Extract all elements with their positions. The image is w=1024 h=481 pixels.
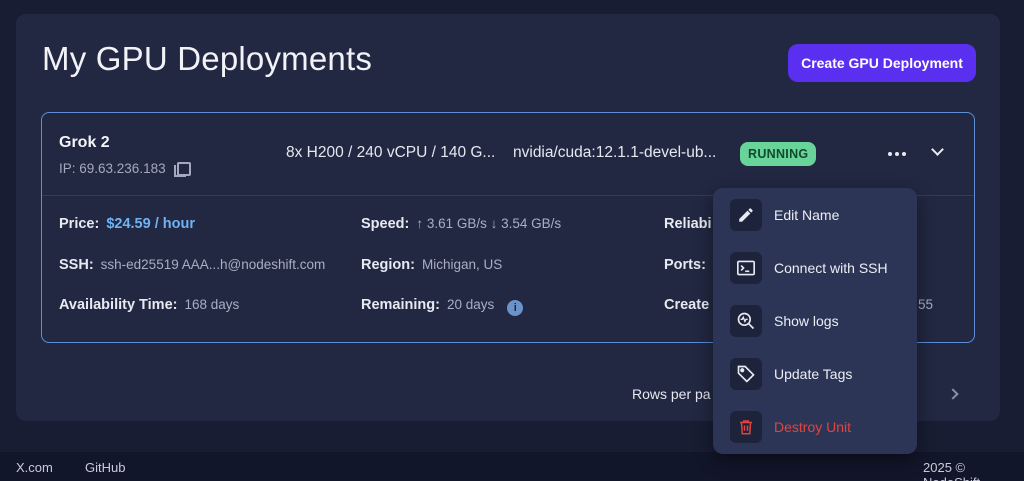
pencil-icon <box>730 198 762 231</box>
region-field: Region: Michigan, US <box>361 257 502 273</box>
menu-label-connect-ssh: Connect with SSH <box>774 259 888 276</box>
more-options-icon[interactable] <box>886 144 908 164</box>
deployment-ip-text: IP: 69.63.236.183 <box>59 161 166 176</box>
speed-label: Speed: <box>361 216 410 232</box>
footer-copyright: 2025 © NodeShift <box>923 460 980 481</box>
speed-field: Speed: ↑ 3.61 GB/s ↓ 3.54 GB/s <box>361 216 561 232</box>
availability-label: Availability Time: <box>59 297 178 313</box>
menu-label-edit-name: Edit Name <box>774 206 840 223</box>
page-title: My GPU Deployments <box>42 40 373 77</box>
speed-value: ↑ 3.61 GB/s ↓ 3.54 GB/s <box>416 216 562 231</box>
remaining-value: 20 days <box>446 297 495 312</box>
price-value: $24.59 / hour <box>106 216 195 232</box>
created-value-field: 55 <box>918 297 933 312</box>
ports-field: Ports: <box>664 257 706 273</box>
deployment-card-header[interactable]: Grok 2 IP: 69.63.236.183 8x H200 / 240 v… <box>42 113 974 196</box>
menu-label-show-logs: Show logs <box>774 312 839 329</box>
ssh-value: ssh-ed25519 AAA...h@nodeshift.com <box>100 257 326 272</box>
deployment-ip: IP: 69.63.236.183 <box>59 161 191 177</box>
next-page-icon[interactable] <box>946 386 962 402</box>
ports-label: Ports: <box>664 257 706 273</box>
chevron-down-icon[interactable] <box>927 141 949 163</box>
price-label: Price: <box>59 216 100 232</box>
footer: X.com GitHub 2025 © NodeShift <box>0 452 1024 481</box>
deployment-image: nvidia/cuda:12.1.1-devel-ub... <box>513 144 717 161</box>
reliability-label: Reliabi <box>664 216 712 232</box>
menu-item-update-tags[interactable]: Update Tags <box>713 347 917 400</box>
created-field: Create <box>664 297 709 313</box>
terminal-icon <box>730 251 762 284</box>
remaining-field: Remaining: 20 days i <box>361 297 524 316</box>
tag-icon <box>730 357 762 390</box>
actions-menu: Edit Name Connect with SSH Show logs Upd… <box>713 188 917 454</box>
footer-link-github[interactable]: GitHub <box>85 460 125 475</box>
created-label: Create <box>664 297 710 313</box>
info-icon[interactable]: i <box>507 300 524 316</box>
logs-search-icon <box>730 304 762 337</box>
menu-item-edit-name[interactable]: Edit Name <box>713 188 917 241</box>
menu-label-update-tags: Update Tags <box>774 365 853 382</box>
remaining-label: Remaining: <box>361 297 440 313</box>
menu-label-destroy-unit: Destroy Unit <box>774 418 852 435</box>
menu-item-show-logs[interactable]: Show logs <box>713 294 917 347</box>
menu-item-destroy-unit[interactable]: Destroy Unit <box>713 400 917 453</box>
reliability-field: Reliabi <box>664 216 712 232</box>
deployment-spec: 8x H200 / 240 vCPU / 140 G... <box>286 144 496 161</box>
footer-link-x[interactable]: X.com <box>16 460 53 475</box>
rows-per-page-label: Rows per pa <box>632 386 711 402</box>
ssh-label: SSH: <box>59 257 94 273</box>
region-label: Region: <box>361 257 415 273</box>
create-gpu-deployment-button[interactable]: Create GPU Deployment <box>788 44 976 82</box>
trash-icon <box>730 410 762 443</box>
price-field: Price: $24.59 / hour <box>59 216 195 232</box>
availability-field: Availability Time: 168 days <box>59 297 239 313</box>
menu-item-connect-ssh[interactable]: Connect with SSH <box>713 241 917 294</box>
copy-icon[interactable] <box>173 161 191 177</box>
region-value: Michigan, US <box>421 257 503 272</box>
deployment-name: Grok 2 <box>59 134 110 151</box>
availability-value: 168 days <box>184 297 240 312</box>
status-badge: RUNNING <box>740 142 817 166</box>
ssh-field: SSH: ssh-ed25519 AAA...h@nodeshift.com <box>59 257 325 273</box>
created-value-tail: 55 <box>918 297 934 312</box>
